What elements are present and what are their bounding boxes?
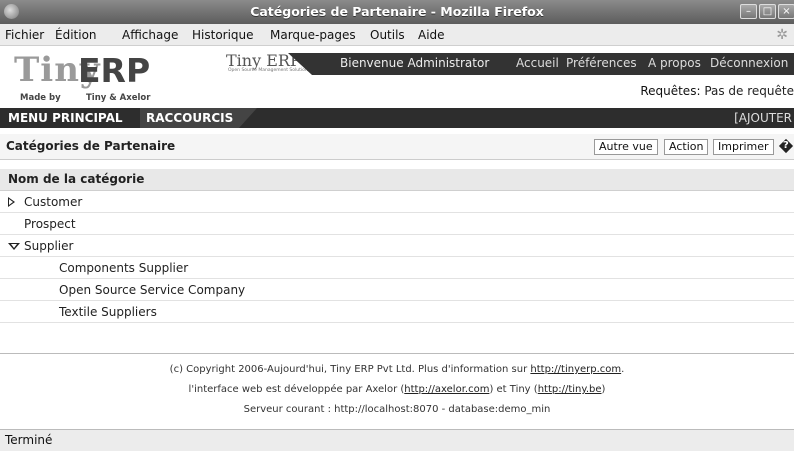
- requests-value[interactable]: Pas de requête: [704, 84, 794, 98]
- tiny-erp-logo[interactable]: Tiny ERP Made by Tiny & Axelor: [14, 50, 184, 106]
- tab-raccourcis[interactable]: RACCOURCIS: [140, 108, 258, 128]
- welcome-text: Bienvenue Administrator: [340, 56, 490, 70]
- tree-row-customer[interactable]: Customer: [0, 191, 794, 213]
- close-icon[interactable]: ×: [778, 4, 794, 19]
- requests-label: Requêtes:: [640, 84, 701, 98]
- top-links-band: Bienvenue Administrator Accueil Préféren…: [288, 53, 794, 75]
- window-titlebar: Catégories de Partenaire - Mozilla Firef…: [0, 0, 794, 24]
- menu-affichage[interactable]: Affichage: [122, 28, 178, 42]
- tree-row-supplier[interactable]: Supplier: [0, 235, 794, 257]
- menu-outils[interactable]: Outils: [370, 28, 405, 42]
- app-header: Tiny ERP Made by Tiny & Axelor Tiny ERP …: [0, 46, 794, 108]
- throbber-icon: ✲: [776, 27, 788, 43]
- link-accueil[interactable]: Accueil: [516, 56, 559, 70]
- link-tiny[interactable]: http://tiny.be: [538, 384, 602, 395]
- help-icon[interactable]: ?: [780, 139, 794, 155]
- footer-divider: [0, 353, 794, 354]
- tree-row-components-supplier[interactable]: Components Supplier: [0, 257, 794, 279]
- link-axelor[interactable]: http://axelor.com: [404, 384, 489, 395]
- footer-credits: l'interface web est développée par Axelo…: [188, 384, 606, 395]
- menu-aide[interactable]: Aide: [418, 28, 445, 42]
- footer-server: Serveur courant : http://localhost:8070 …: [243, 404, 551, 415]
- window-title: Catégories de Partenaire - Mozilla Firef…: [250, 4, 544, 19]
- footer: (c) Copyright 2006-Aujourd'hui, Tiny ERP…: [0, 360, 794, 420]
- action-button[interactable]: Action: [664, 139, 709, 155]
- link-a-propos[interactable]: A propos: [648, 56, 701, 70]
- tree-row-open-source-service-company[interactable]: Open Source Service Company: [0, 279, 794, 301]
- tab-menu-principal[interactable]: MENU PRINCIPAL: [2, 108, 129, 128]
- page-header: Catégories de Partenaire Autre vue Actio…: [0, 134, 794, 160]
- column-header-label: Nom de la catégorie: [8, 172, 145, 186]
- page-title: Catégories de Partenaire: [6, 139, 176, 153]
- collapse-arrow-icon[interactable]: [8, 243, 20, 250]
- link-deconnexion[interactable]: Déconnexion: [710, 56, 788, 70]
- print-button[interactable]: Imprimer: [713, 139, 774, 155]
- tree-row-prospect[interactable]: Prospect: [0, 213, 794, 235]
- expand-arrow-icon[interactable]: [8, 197, 15, 207]
- status-text: Terminé: [5, 433, 53, 447]
- link-tinyerp[interactable]: http://tinyerp.com: [530, 364, 621, 375]
- add-shortcut-link[interactable]: [AJOUTER: [734, 111, 792, 125]
- column-header[interactable]: Nom de la catégorie: [0, 169, 794, 191]
- tree-row-textile-suppliers[interactable]: Textile Suppliers: [0, 301, 794, 323]
- requests-indicator: Requêtes: Pas de requête: [640, 84, 794, 98]
- menu-historique[interactable]: Historique: [192, 28, 254, 42]
- browser-statusbar: Terminé: [0, 429, 794, 451]
- maximize-icon[interactable]: □: [759, 4, 776, 19]
- browser-menubar: Fichier Édition Affichage Historique Mar…: [0, 24, 794, 46]
- menu-edition[interactable]: Édition: [55, 28, 97, 42]
- footer-copyright: (c) Copyright 2006-Aujourd'hui, Tiny ERP…: [169, 364, 625, 375]
- menu-fichier[interactable]: Fichier: [5, 28, 44, 42]
- other-view-button[interactable]: Autre vue: [594, 139, 658, 155]
- minimize-icon[interactable]: –: [740, 4, 757, 19]
- menu-marque-pages[interactable]: Marque-pages: [270, 28, 356, 42]
- main-navbar: MENU PRINCIPAL RACCOURCIS [AJOUTER: [0, 108, 794, 128]
- link-preferences[interactable]: Préférences: [566, 56, 637, 70]
